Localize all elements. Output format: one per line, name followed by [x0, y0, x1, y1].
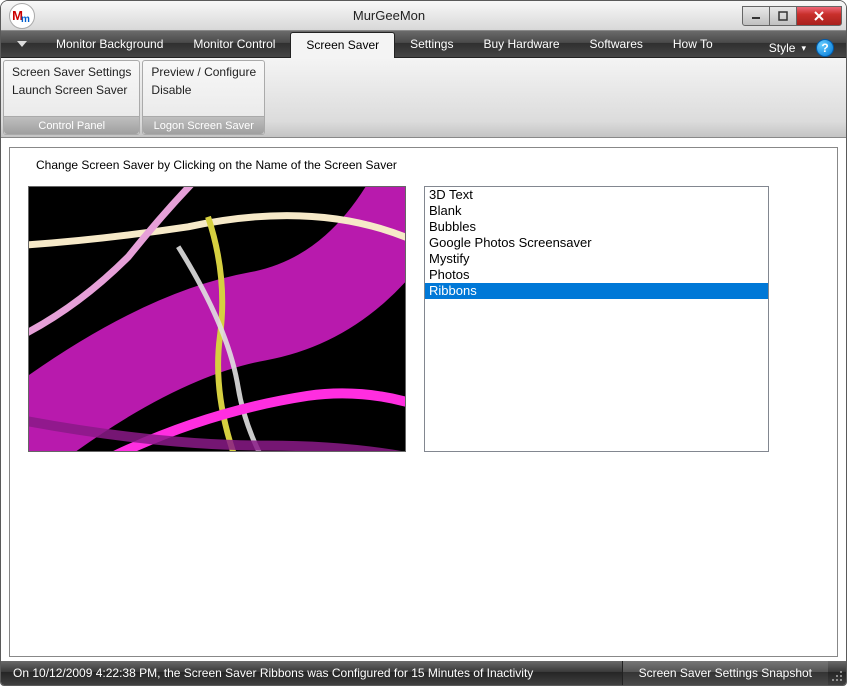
screensaver-preview [28, 186, 406, 452]
window-title: MurGeeMon [35, 8, 743, 23]
status-bar: On 10/12/2009 4:22:38 PM, the Screen Sav… [1, 661, 846, 685]
tab-settings[interactable]: Settings [395, 32, 468, 57]
list-item[interactable]: Blank [425, 203, 768, 219]
ribbon-panel: Screen Saver Settings Launch Screen Save… [1, 58, 846, 138]
list-item[interactable]: Photos [425, 267, 768, 283]
maximize-button[interactable] [769, 6, 797, 26]
ribbon-item-launch-screen-saver[interactable]: Launch Screen Saver [12, 83, 131, 97]
app-window: Mm MurGeeMon Monitor Background Monitor … [0, 0, 847, 686]
list-item[interactable]: Google Photos Screensaver [425, 235, 768, 251]
tab-how-to[interactable]: How To [658, 32, 728, 57]
list-item[interactable]: Ribbons [425, 283, 768, 299]
minimize-button[interactable] [742, 6, 770, 26]
content-panel: Change Screen Saver by Clicking on the N… [9, 147, 838, 657]
screensaver-list[interactable]: 3D TextBlankBubblesGoogle Photos Screens… [424, 186, 769, 452]
instruction-text: Change Screen Saver by Clicking on the N… [36, 158, 819, 172]
ribbon-group-control-panel: Screen Saver Settings Launch Screen Save… [3, 60, 140, 135]
ribbon-group-logon-screen-saver: Preview / Configure Disable Logon Screen… [142, 60, 265, 135]
tab-buy-hardware[interactable]: Buy Hardware [468, 32, 574, 57]
tab-screen-saver[interactable]: Screen Saver [290, 32, 395, 58]
list-item[interactable]: 3D Text [425, 187, 768, 203]
snapshot-button[interactable]: Screen Saver Settings Snapshot [622, 661, 828, 685]
help-icon[interactable]: ? [816, 39, 834, 57]
ribbon-right: Style ▾ ? [763, 39, 840, 57]
ribbon-item-preview-configure[interactable]: Preview / Configure [151, 65, 256, 79]
tab-monitor-background[interactable]: Monitor Background [41, 32, 178, 57]
chevron-down-icon[interactable]: ▾ [801, 43, 806, 54]
ribbon-item-disable[interactable]: Disable [151, 83, 256, 97]
app-logo: Mm [9, 3, 35, 29]
app-menu-dropdown-icon[interactable] [11, 35, 33, 53]
window-controls [743, 6, 842, 26]
resize-grip-icon[interactable] [828, 661, 846, 685]
ribbon-group-label: Logon Screen Saver [143, 116, 264, 134]
ribbon-tabs: Monitor Background Monitor Control Scree… [1, 31, 846, 58]
style-menu[interactable]: Style [763, 41, 802, 55]
close-button[interactable] [796, 6, 842, 26]
tab-softwares[interactable]: Softwares [575, 32, 658, 57]
tab-monitor-control[interactable]: Monitor Control [178, 32, 290, 57]
list-item[interactable]: Bubbles [425, 219, 768, 235]
ribbon-group-label: Control Panel [4, 116, 139, 134]
ribbon-item-screen-saver-settings[interactable]: Screen Saver Settings [12, 65, 131, 79]
list-item[interactable]: Mystify [425, 251, 768, 267]
title-bar: Mm MurGeeMon [1, 1, 846, 31]
status-message: On 10/12/2009 4:22:38 PM, the Screen Sav… [1, 666, 622, 680]
